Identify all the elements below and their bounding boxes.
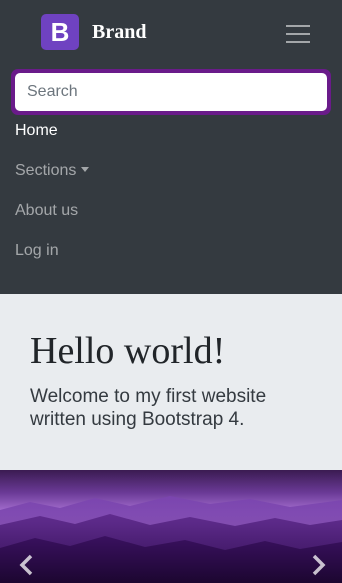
jumbotron: Hello world! Welcome to my first website… <box>0 294 342 470</box>
chevron-right-icon <box>312 554 326 576</box>
hamburger-menu-icon <box>286 25 310 27</box>
carousel-next-button[interactable] <box>303 550 333 580</box>
jumbotron-lead: Welcome to my first website written usin… <box>30 386 267 430</box>
brand-link[interactable]: Brand <box>92 21 146 43</box>
chevron-left-icon <box>19 554 33 576</box>
carousel-prev-button[interactable] <box>12 550 42 580</box>
nav-item-home[interactable]: Home <box>15 121 58 141</box>
carousel <box>0 470 342 583</box>
nav-item-sections-label: Sections <box>15 162 77 179</box>
search-input[interactable] <box>15 73 327 111</box>
brand-logo[interactable]: B <box>41 14 79 50</box>
nav-item-log-in[interactable]: Log in <box>15 241 59 261</box>
nav-item-sections[interactable]: Sections <box>15 161 90 181</box>
jumbotron-title: Hello world! <box>30 330 226 372</box>
nav-item-about-us[interactable]: About us <box>15 201 78 221</box>
navbar: B Brand Home Sections About us Log in <box>0 0 342 294</box>
caret-down-icon <box>81 167 90 172</box>
navbar-toggler-button[interactable] <box>283 21 315 47</box>
purple-mountain-landscape-image <box>0 496 342 583</box>
search-focus-ring <box>11 69 331 115</box>
brand-logo-letter: B <box>50 16 70 47</box>
